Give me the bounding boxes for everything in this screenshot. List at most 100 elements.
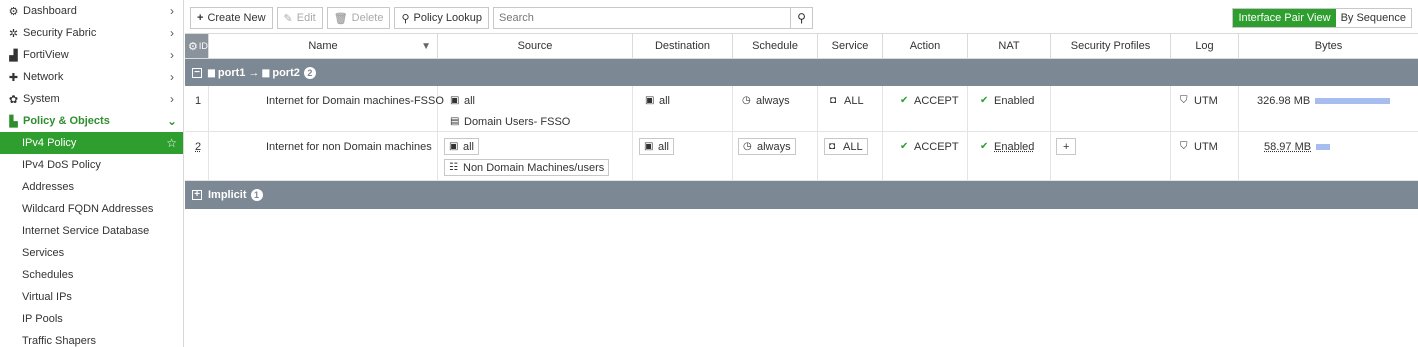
column-header-schedule[interactable]: Schedule — [733, 34, 818, 58]
column-header-label: Name — [308, 40, 338, 52]
sidebar-item-label: FortiView — [23, 49, 69, 61]
sidebar-item-system[interactable]: ✿ System › — [0, 88, 183, 110]
filter-icon[interactable]: ▼ — [421, 41, 431, 52]
source-tag[interactable]: ▣ all — [444, 138, 480, 155]
column-header-label: Service — [831, 40, 869, 52]
source-tag[interactable]: ☷ Non Domain Machines/users — [444, 159, 610, 176]
sidebar-subitem-label: Addresses — [22, 181, 74, 193]
search-button[interactable]: ⚲ — [790, 8, 812, 28]
policy-lookup-button[interactable]: ⚲ Policy Lookup — [394, 7, 490, 29]
column-header-label: Destination — [654, 40, 711, 52]
count-badge: 1 — [250, 189, 263, 201]
sidebar-subitem-traffic-shapers[interactable]: Traffic Shapers — [0, 330, 183, 347]
cell-log: ⛉ UTM — [1171, 132, 1239, 180]
table-row[interactable]: 2 Internet for non Domain machines ▣ all … — [185, 132, 1418, 181]
collapse-icon[interactable]: − — [192, 67, 202, 78]
sidebar-subitem-label: Wildcard FQDN Addresses — [22, 203, 154, 215]
schedule-icon: ◷ — [742, 95, 751, 106]
id-value: 2 — [195, 140, 202, 153]
cell-security-profiles — [1051, 86, 1171, 131]
bytes-value[interactable]: 58.97 MB — [1264, 141, 1311, 153]
sidebar-subitem-addresses[interactable]: Addresses — [0, 176, 183, 198]
nat-value[interactable]: Enabled — [994, 141, 1034, 153]
group-row-port1-port2[interactable]: − ▆ port1 → ▆ port2 2 — [185, 59, 1418, 86]
sidebar-subitem-ip-pools[interactable]: IP Pools — [0, 308, 183, 330]
address-icon: ▣ — [450, 95, 460, 106]
log-value: UTM — [1194, 94, 1218, 107]
cell-bytes: 326.98 MB — [1239, 86, 1418, 131]
star-icon[interactable]: ☆ — [166, 136, 177, 150]
chevron-right-icon: › — [170, 4, 174, 18]
cell-destination: ▣ all — [633, 86, 733, 131]
sidebar-subitem-ipv4-policy[interactable]: IPv4 Policy ☆ — [0, 132, 183, 154]
column-header-id[interactable]: ⚙ ID — [185, 34, 209, 58]
port-icon: ▆ — [208, 67, 215, 77]
cell-schedule: ◷ always — [733, 86, 818, 131]
network-icon: ✚ — [8, 71, 19, 84]
schedule-tag[interactable]: ◷ always — [738, 138, 796, 155]
policy-lookup-label: Policy Lookup — [413, 12, 483, 24]
sidebar-item-policy-objects[interactable]: ▙ Policy & Objects ⌄ — [0, 110, 183, 132]
address-icon: ▣ — [645, 95, 655, 106]
create-new-button[interactable]: + Create New — [190, 7, 273, 29]
chevron-right-icon: › — [170, 92, 174, 106]
edit-label: Edit — [296, 12, 316, 24]
cell-name: Internet for Domain machines-FSSO — [209, 86, 444, 131]
expand-icon[interactable]: + — [192, 190, 202, 200]
source-value[interactable]: all — [464, 95, 475, 107]
chevron-right-icon: › — [170, 26, 174, 40]
service-tag[interactable]: ◘ ALL — [824, 138, 868, 155]
table-header: ⚙ ID Name ▼ Source Destination Schedule Se… — [185, 33, 1418, 59]
column-header-source[interactable]: Source — [438, 34, 633, 58]
sidebar-item-fortiview[interactable]: ▟ FortiView › — [0, 44, 183, 66]
shield-icon: ⛉ — [1180, 95, 1188, 106]
bytes-bar — [1316, 143, 1331, 150]
group-row-implicit[interactable]: + Implicit 1 — [185, 181, 1418, 209]
sidebar-subitem-internet-service-db[interactable]: Internet Service Database — [0, 220, 183, 242]
search-input[interactable] — [494, 8, 791, 28]
cell-nat: ✔ Enabled — [968, 132, 1051, 180]
source-value: Non Domain Machines/users — [463, 161, 605, 174]
column-header-bytes[interactable]: Bytes — [1239, 34, 1418, 58]
delete-button[interactable]: 🗑 Delete — [326, 7, 391, 29]
edit-button[interactable]: ✎ Edit — [276, 7, 323, 29]
sidebar-subitem-wildcard-fqdn[interactable]: Wildcard FQDN Addresses — [0, 198, 183, 220]
sidebar-subitem-schedules[interactable]: Schedules — [0, 264, 183, 286]
sidebar-item-label: System — [23, 93, 60, 105]
table-row[interactable]: 1 Internet for Domain machines-FSSO ▣ all… — [185, 86, 1418, 132]
add-security-profile-button[interactable]: + — [1056, 138, 1077, 155]
schedule-value[interactable]: always — [756, 95, 790, 107]
group-label: Implicit — [208, 189, 247, 201]
policy-objects-icon: ▙ — [9, 115, 18, 128]
sidebar-item-network[interactable]: ✚ Network › — [0, 66, 183, 88]
gear-icon[interactable]: ⚙ — [188, 40, 198, 53]
destination-tag[interactable]: ▣ all — [639, 138, 675, 155]
sidebar-item-dashboard[interactable]: ⚙ Dashboard › — [0, 0, 183, 22]
column-header-security-profiles[interactable]: Security Profiles — [1051, 34, 1171, 58]
column-header-destination[interactable]: Destination — [633, 34, 733, 58]
schedule-value: always — [757, 140, 791, 153]
trash-icon: 🗑 — [333, 12, 348, 25]
column-header-service[interactable]: Service — [818, 34, 883, 58]
chevron-down-icon: ⌄ — [167, 114, 178, 128]
interface-pair-view-button[interactable]: Interface Pair View — [1233, 9, 1336, 27]
shield-icon: ⛉ — [1180, 141, 1188, 152]
cell-name: Internet for non Domain machines — [209, 132, 438, 180]
source-value[interactable]: Domain Users- FSSO — [464, 116, 570, 128]
column-header-nat[interactable]: NAT — [968, 34, 1051, 58]
destination-value[interactable]: all — [659, 95, 670, 107]
group-from: port1 — [217, 66, 246, 79]
schedule-icon: ◷ — [743, 141, 752, 152]
service-value[interactable]: ALL — [844, 95, 864, 107]
name-value: Internet for non Domain machines — [266, 140, 432, 153]
by-sequence-button[interactable]: By Sequence — [1335, 9, 1411, 27]
column-header-name[interactable]: Name ▼ — [209, 34, 438, 58]
sidebar-item-security-fabric[interactable]: ✲ Security Fabric › — [0, 22, 183, 44]
column-header-log[interactable]: Log — [1171, 34, 1239, 58]
column-header-action[interactable]: Action — [883, 34, 968, 58]
sidebar-subitem-ipv4-dos-policy[interactable]: IPv4 DoS Policy — [0, 154, 183, 176]
sidebar-subitem-virtual-ips[interactable]: Virtual IPs — [0, 286, 183, 308]
sidebar-subitem-services[interactable]: Services — [0, 242, 183, 264]
check-circle-icon: ✔ — [980, 141, 989, 152]
address-icon: ▣ — [644, 141, 654, 152]
